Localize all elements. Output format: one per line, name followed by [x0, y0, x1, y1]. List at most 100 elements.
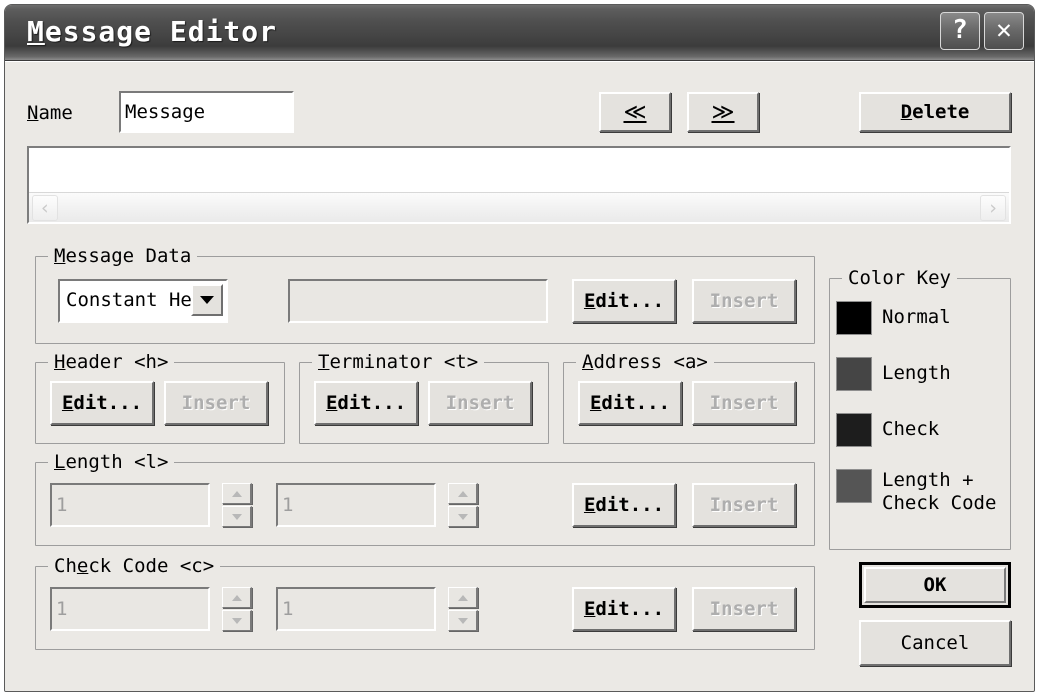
header-group-title: Header <h>: [48, 351, 175, 373]
next-button-label: ≫: [711, 99, 735, 125]
message-data-insert-button: Insert: [692, 279, 796, 323]
check-code-edit-label: Edit...: [583, 598, 665, 620]
length-group: Length <l> 1 1 Edit... Insert: [35, 451, 815, 546]
check-code-insert-button: Insert: [692, 587, 796, 631]
next-button[interactable]: ≫: [687, 92, 759, 132]
length-field-1-value: 1: [56, 494, 68, 516]
check-code-field-1[interactable]: 1: [50, 587, 210, 631]
color-key-group-title: Color Key: [842, 267, 957, 289]
message-preview-area[interactable]: ‹ ›: [27, 146, 1011, 224]
window-title-mnemonic: M: [27, 15, 45, 48]
address-group-title: Address <a>: [576, 351, 714, 373]
name-input[interactable]: Message: [119, 91, 294, 133]
length-field-1[interactable]: 1: [50, 483, 210, 527]
cancel-button[interactable]: Cancel: [859, 620, 1011, 666]
address-group: Address <a> Edit... Insert: [563, 351, 815, 444]
message-data-group-title: Message Data: [48, 245, 198, 267]
ok-button-label: OK: [923, 574, 947, 596]
name-label-mnemonic: N: [27, 102, 39, 124]
name-input-value: Message: [125, 101, 206, 123]
length-edit-button[interactable]: Edit...: [572, 483, 676, 527]
message-data-group: Message Data Constant Hex Edit... Insert: [35, 245, 815, 344]
address-edit-label: Edit...: [589, 392, 671, 414]
color-label-length-check: Length + Check Code: [882, 469, 997, 514]
length-field-2-value: 1: [282, 494, 294, 516]
header-insert-label: Insert: [181, 392, 251, 414]
message-data-edit-button[interactable]: Edit...: [572, 279, 676, 323]
check-code-spinner-2[interactable]: [448, 587, 478, 631]
check-code-insert-label: Insert: [709, 598, 779, 620]
close-icon[interactable]: ✕: [984, 12, 1024, 50]
window-title: Message Editor: [27, 15, 277, 48]
color-label-length: Length: [882, 362, 951, 384]
terminator-group: Terminator <t> Edit... Insert: [299, 351, 549, 444]
check-code-spinner-1[interactable]: [222, 587, 252, 631]
header-insert-button: Insert: [164, 381, 268, 425]
check-code-group: Check Code <c> 1 1 Edit... Insert: [35, 555, 815, 650]
header-group: Header <h> Edit... Insert: [35, 351, 285, 444]
message-data-type-select[interactable]: Constant Hex: [58, 279, 228, 323]
message-editor-window: Message Editor ? ✕ Name Message ≪ ≫ Dele…: [4, 4, 1035, 692]
check-code-spinner-2-up-icon[interactable]: [448, 587, 478, 608]
header-edit-button[interactable]: Edit...: [50, 381, 154, 425]
check-code-spinner-1-up-icon[interactable]: [222, 587, 252, 608]
address-insert-label: Insert: [709, 392, 779, 414]
horizontal-scrollbar[interactable]: ‹ ›: [29, 192, 1009, 222]
length-spinner-1-down-icon[interactable]: [222, 506, 252, 527]
address-edit-button[interactable]: Edit...: [578, 381, 682, 425]
terminator-insert-button: Insert: [428, 381, 532, 425]
length-insert-button: Insert: [692, 483, 796, 527]
help-icon[interactable]: ?: [940, 12, 980, 50]
length-spinner-2-down-icon[interactable]: [448, 506, 478, 527]
color-swatch-length: [836, 357, 872, 391]
ok-button[interactable]: OK: [859, 562, 1011, 608]
title-bar[interactable]: Message Editor ? ✕: [5, 5, 1034, 61]
message-data-insert-label: Insert: [709, 290, 779, 312]
window-title-rest: essage Editor: [44, 15, 278, 48]
check-code-field-2[interactable]: 1: [276, 587, 436, 631]
length-spinner-1[interactable]: [222, 483, 252, 527]
length-spinner-1-up-icon[interactable]: [222, 483, 252, 504]
color-swatch-check: [836, 413, 872, 447]
terminator-edit-label: Edit...: [325, 392, 407, 414]
previous-button[interactable]: ≪: [599, 92, 671, 132]
dialog-client-area: Name Message ≪ ≫ Delete ‹ › Message Data: [5, 61, 1034, 691]
address-insert-button: Insert: [692, 381, 796, 425]
color-swatch-normal: [836, 301, 872, 335]
color-swatch-length-check: [836, 469, 872, 503]
scroll-right-icon[interactable]: ›: [980, 195, 1006, 221]
message-data-edit-label: Edit...: [583, 290, 665, 312]
message-data-type-value: Constant Hex: [66, 289, 204, 311]
terminator-insert-label: Insert: [445, 392, 515, 414]
chevron-down-icon[interactable]: [191, 284, 223, 316]
check-code-spinner-2-down-icon[interactable]: [448, 610, 478, 631]
title-bar-buttons: ? ✕: [940, 12, 1024, 50]
check-code-group-title: Check Code <c>: [48, 555, 221, 577]
length-field-2[interactable]: 1: [276, 483, 436, 527]
length-spinner-2-up-icon[interactable]: [448, 483, 478, 504]
check-code-edit-button[interactable]: Edit...: [572, 587, 676, 631]
check-code-field-1-value: 1: [56, 598, 68, 620]
message-preview-content: [29, 148, 1009, 156]
delete-button-label: Delete: [900, 101, 970, 123]
length-insert-label: Insert: [709, 494, 779, 516]
name-label: Name: [27, 102, 73, 124]
color-label-normal: Normal: [882, 306, 951, 328]
terminator-edit-button[interactable]: Edit...: [314, 381, 418, 425]
length-edit-label: Edit...: [583, 494, 665, 516]
cancel-button-label: Cancel: [900, 632, 970, 654]
color-key-group: Color Key Normal Length Check Length + C…: [829, 267, 1011, 550]
length-spinner-2[interactable]: [448, 483, 478, 527]
terminator-group-title: Terminator <t>: [312, 351, 485, 373]
header-edit-label: Edit...: [61, 392, 143, 414]
check-code-spinner-1-down-icon[interactable]: [222, 610, 252, 631]
previous-button-label: ≪: [623, 99, 647, 125]
check-code-field-2-value: 1: [282, 598, 294, 620]
length-group-title: Length <l>: [48, 451, 175, 473]
scroll-left-icon[interactable]: ‹: [32, 195, 58, 221]
message-data-input[interactable]: [288, 279, 548, 323]
message-data-input-value: [290, 285, 298, 289]
name-label-rest: ame: [38, 102, 73, 124]
delete-button[interactable]: Delete: [859, 92, 1011, 132]
color-label-check: Check: [882, 418, 940, 440]
